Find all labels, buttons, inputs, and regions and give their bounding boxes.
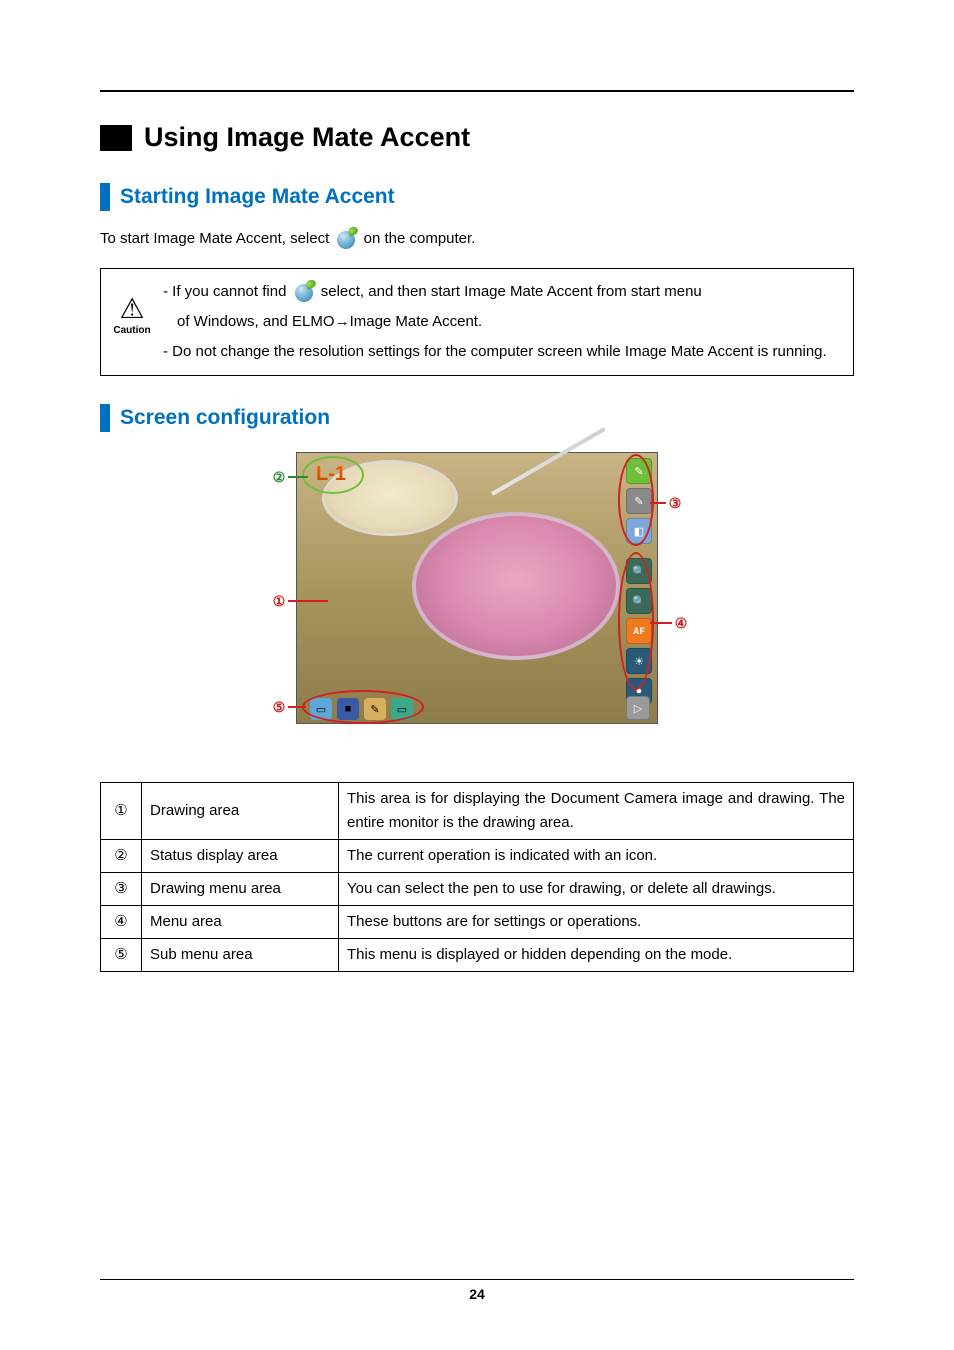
status-display-area: L-1 (306, 460, 356, 488)
table-row: ④Menu areaThese buttons are for settings… (101, 906, 854, 939)
caution-content: - If you cannot find select, and then st… (157, 277, 843, 367)
intro-post: on the computer. (364, 230, 476, 247)
callout-marker-5: ⑤ (268, 696, 290, 718)
row-name: Status display area (142, 840, 339, 873)
heading-2-text: Screen configuration (120, 404, 330, 432)
row-description: These buttons are for settings or operat… (339, 906, 854, 939)
row-number: ③ (101, 873, 142, 906)
intro-pre: To start Image Mate Accent, select (100, 230, 333, 247)
petri-dish-large (412, 512, 620, 660)
callout-marker-1: ① (268, 590, 290, 612)
callout-marker-3: ③ (664, 492, 686, 514)
heading-2-screen-config: Screen configuration (100, 404, 854, 432)
row-description: This menu is displayed or hidden dependi… (339, 939, 854, 972)
callout-marker-4: ④ (670, 612, 692, 634)
app-launcher-icon (294, 282, 314, 302)
submenu-button-4[interactable]: ▭ (391, 698, 413, 720)
drawing-menu-area: ✎ ✎ ◧ (626, 458, 650, 544)
app-launcher-icon (336, 229, 356, 249)
callout-line-5 (288, 706, 306, 708)
submenu-button-2[interactable]: ■ (337, 698, 359, 720)
status-text: L-1 (316, 463, 346, 486)
caution-box: ⚠ Caution - If you cannot find select, a… (100, 268, 854, 376)
page-number: 24 (100, 1286, 854, 1302)
callout-marker-2: ② (268, 466, 290, 488)
eraser-button[interactable]: ◧ (626, 518, 652, 544)
callout-line-2 (288, 476, 308, 478)
callout-line-3 (650, 502, 666, 504)
submenu-button-1[interactable]: ▭ (310, 698, 332, 720)
menu-area: 🔍 🔍 AF ☀ ● (626, 558, 650, 704)
callout-line-1 (288, 600, 328, 602)
caution-line1-post: select, and then start Image Mate Accent… (321, 283, 702, 300)
brightness-up-button[interactable]: ☀ (626, 648, 652, 674)
heading-1-text: Using Image Mate Accent (144, 122, 470, 153)
table-row: ②Status display areaThe current operatio… (101, 840, 854, 873)
caution-line1-pre: - If you cannot find (163, 283, 291, 300)
page-footer: 24 (100, 1279, 854, 1302)
table-row: ①Drawing areaThis area is for displaying… (101, 783, 854, 840)
callout-line-4 (650, 622, 672, 624)
heading-2-text: Starting Image Mate Accent (120, 183, 395, 211)
zoom-out-button[interactable]: 🔍 (626, 588, 652, 614)
row-description: You can select the pen to use for drawin… (339, 873, 854, 906)
screen-config-table: ①Drawing areaThis area is for displaying… (100, 782, 854, 972)
pen-gray-button[interactable]: ✎ (626, 488, 652, 514)
sub-menu-area: ▭ ■ ✎ ▭ (310, 698, 413, 720)
screen-config-figure: L-1 ✎ ✎ ◧ 🔍 🔍 AF ☀ ● ▭ ■ ✎ ▭ (262, 452, 692, 752)
heading-1: Using Image Mate Accent (100, 122, 854, 153)
pen-green-button[interactable]: ✎ (626, 458, 652, 484)
intro-paragraph: To start Image Mate Accent, select on th… (100, 225, 854, 252)
caution-line3: - Do not change the resolution settings … (163, 337, 843, 367)
row-description: This area is for displaying the Document… (339, 783, 854, 840)
table-row: ③Drawing menu areaYou can select the pen… (101, 873, 854, 906)
heading-2-starting: Starting Image Mate Accent (100, 183, 854, 211)
row-number: ⑤ (101, 939, 142, 972)
table-row: ⑤Sub menu areaThis menu is displayed or … (101, 939, 854, 972)
row-number: ② (101, 840, 142, 873)
row-name: Menu area (142, 906, 339, 939)
row-description: The current operation is indicated with … (339, 840, 854, 873)
expand-arrow-button[interactable]: ▷ (626, 696, 650, 720)
row-name: Drawing area (142, 783, 339, 840)
zoom-in-button[interactable]: 🔍 (626, 558, 652, 584)
row-name: Drawing menu area (142, 873, 339, 906)
heading-2-marker (100, 404, 110, 432)
warning-icon: ⚠ (119, 295, 144, 323)
autofocus-button[interactable]: AF (626, 618, 652, 644)
heading-2-marker (100, 183, 110, 211)
row-name: Sub menu area (142, 939, 339, 972)
row-number: ④ (101, 906, 142, 939)
caution-icon-block: ⚠ Caution (107, 277, 157, 336)
caution-label: Caution (113, 325, 150, 336)
submenu-button-3[interactable]: ✎ (364, 698, 386, 720)
heading-1-marker (100, 125, 132, 151)
caution-line2: of Windows, and ELMO→Image Mate Accent. (163, 307, 843, 337)
row-number: ① (101, 783, 142, 840)
